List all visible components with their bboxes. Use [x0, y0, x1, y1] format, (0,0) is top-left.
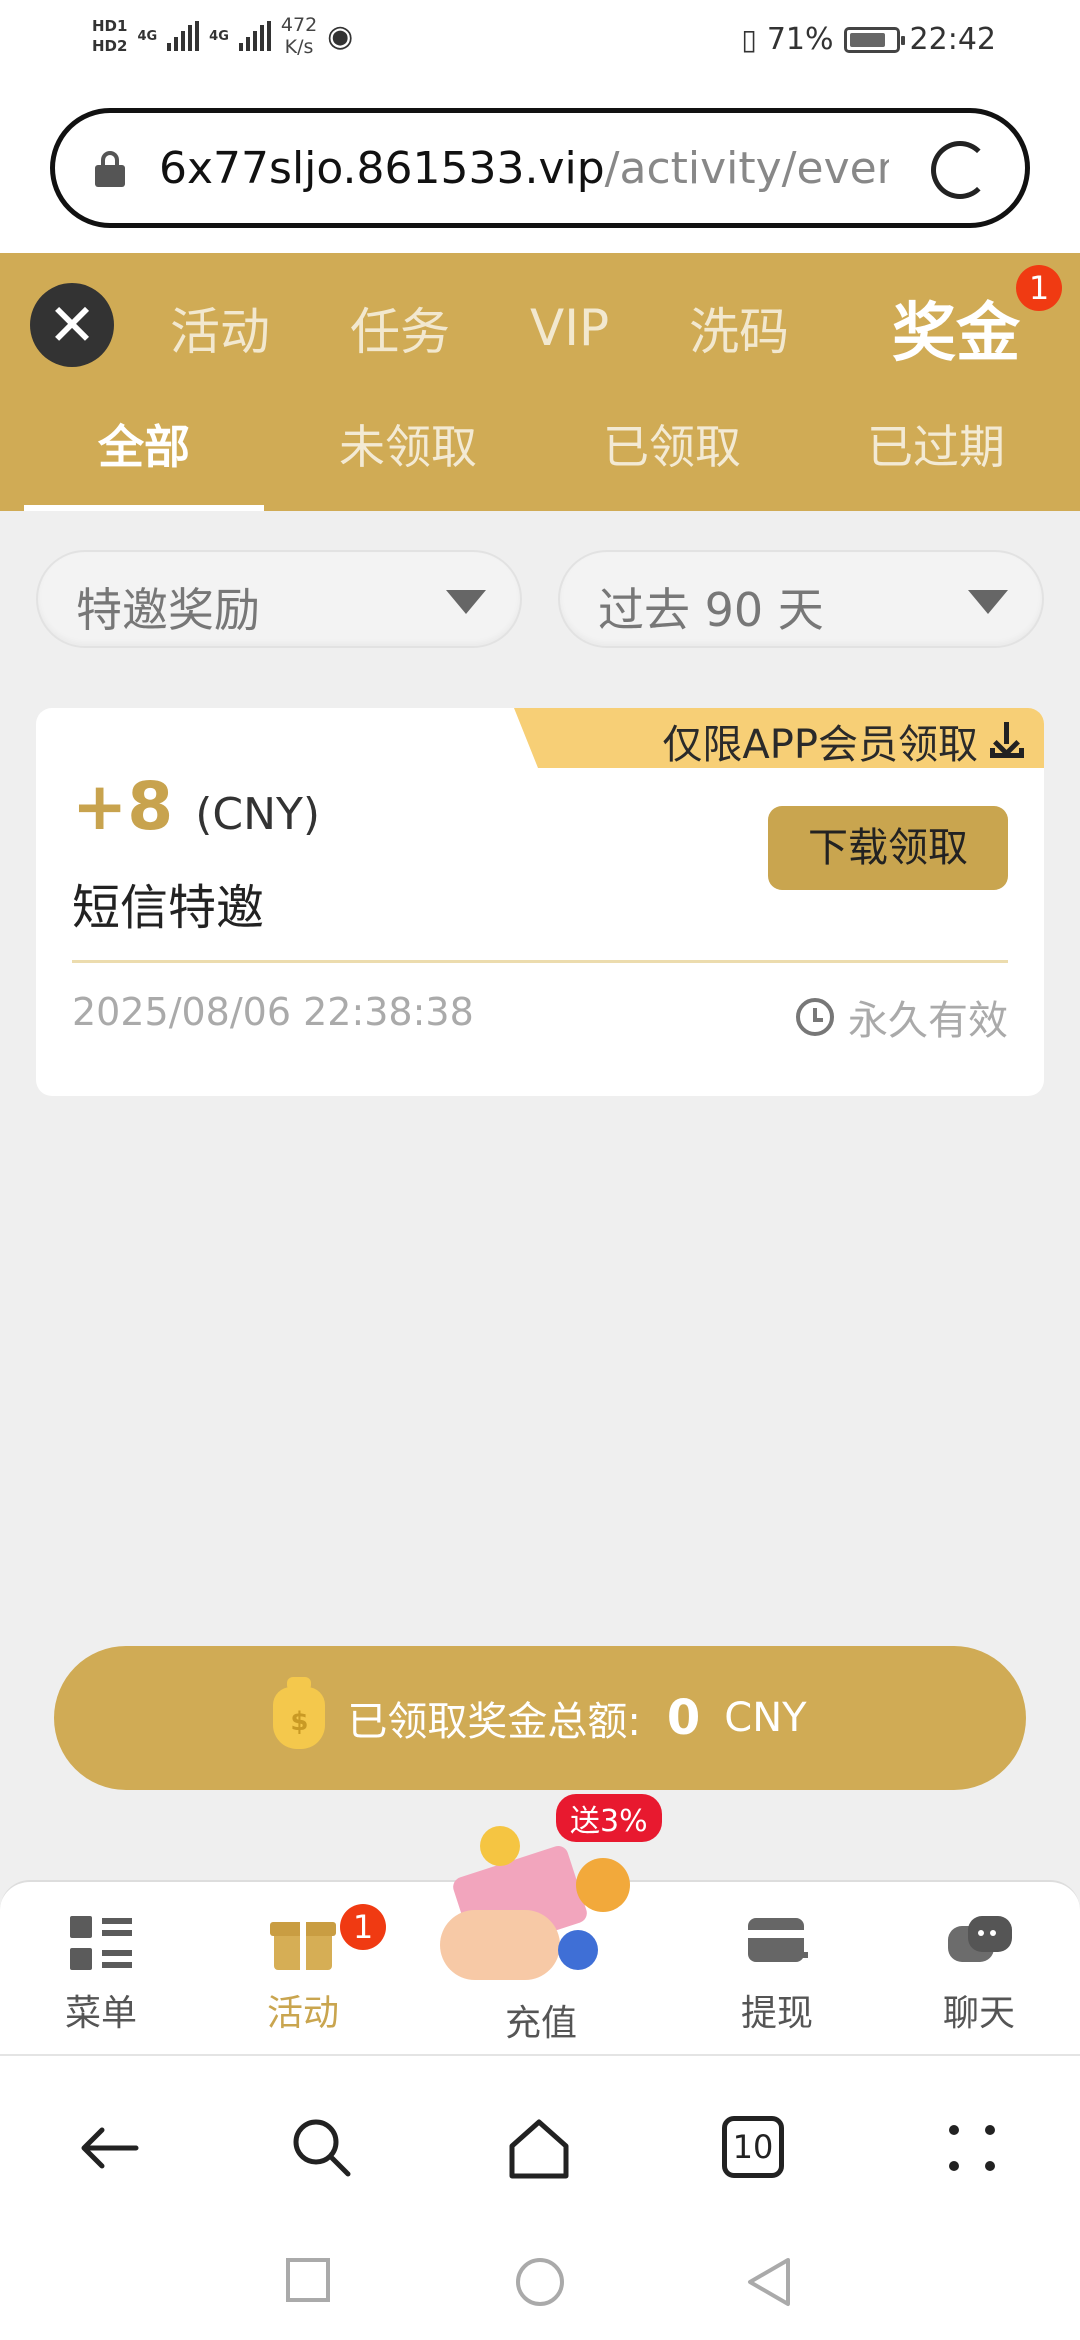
back-gesture-icon[interactable] [744, 2256, 792, 2312]
reward-validity: 永久有效 [796, 988, 1008, 1046]
signal-icon [167, 21, 200, 51]
chevron-down-icon [446, 590, 486, 614]
reward-currency: (CNY) [195, 789, 321, 840]
period-select[interactable]: 过去 90 天 [558, 550, 1044, 648]
subtab-expired[interactable]: 已过期 [816, 403, 1056, 511]
speed-value: 472 [280, 14, 318, 36]
home-icon[interactable] [506, 2116, 572, 2186]
reward-amount-value: +8 [72, 768, 174, 845]
tabs-count: 10 [722, 2116, 784, 2178]
reward-amount: +8 (CNY) [72, 768, 320, 845]
signal-icon [238, 21, 271, 51]
gift-icon [268, 1912, 338, 1974]
total-claimed-bar: $ 已领取奖金总额: 0 CNY [54, 1646, 1026, 1790]
bottom-nav-recharge[interactable]: 充值 [466, 1984, 616, 2046]
card-divider [72, 960, 1008, 963]
total-label: 已领取奖金总额: [347, 1699, 641, 1745]
reward-description: 短信特邀 [72, 880, 265, 936]
browser-toolbar: 6x77sljo.861533.vip/activity/event [0, 90, 1080, 253]
validity-text: 永久有效 [848, 998, 1008, 1044]
nav-tab-vip[interactable]: VIP [530, 299, 609, 357]
lock-icon [95, 151, 125, 187]
nav-tab-tasks[interactable]: 任务 [350, 292, 450, 364]
bottom-nav-recharge-label: 充值 [504, 2003, 577, 2044]
subtab-all[interactable]: 全部 [24, 403, 264, 511]
recharge-illustration-icon[interactable] [440, 1820, 640, 1990]
battery-icon [843, 26, 905, 53]
chevron-down-icon [968, 590, 1008, 614]
total-unit: CNY [724, 1695, 807, 1741]
download-icon [988, 720, 1026, 758]
home-gesture-icon[interactable] [514, 2256, 566, 2312]
eye-icon: ◉ [327, 18, 354, 54]
bottom-nav-withdraw-label: 提现 [740, 1993, 813, 2034]
bottom-nav-chat[interactable]: 聊天 [904, 1912, 1054, 2036]
url-host: 6x77sljo.861533.vip [159, 142, 605, 194]
system-nav-bar: 10 [0, 2054, 1080, 2340]
speed-unit: K/s [284, 36, 314, 58]
recents-icon[interactable] [284, 2256, 332, 2308]
top-nav: 活动 任务 VIP 洗码 奖金 [170, 283, 1050, 373]
reward-type-value: 特邀奖励 [76, 583, 260, 637]
nav-tab-activity[interactable]: 活动 [170, 292, 270, 364]
clock-time: 22:42 [909, 22, 996, 57]
download-claim-button[interactable]: 下载领取 [768, 806, 1008, 890]
alarm-clock-icon [796, 998, 834, 1036]
app-only-tag-text: 仅限APP会员领取 [662, 722, 978, 768]
nav-tab-rebate[interactable]: 洗码 [689, 292, 789, 364]
reward-card: 仅限APP会员领取 +8 (CNY) 短信特邀 下载领取 2025/08/06 … [36, 708, 1044, 1096]
hd-indicator-2: HD2 [92, 37, 128, 55]
network-speed: 472 K/s [281, 14, 317, 58]
menu-icon [66, 1912, 136, 1974]
url-text[interactable]: 6x77sljo.861533.vip/activity/event [159, 143, 889, 194]
period-value: 过去 90 天 [598, 583, 824, 637]
activity-badge: 1 [340, 1904, 386, 1950]
chat-icon [944, 1912, 1014, 1974]
address-bar[interactable]: 6x77sljo.861533.vip/activity/event [50, 108, 1030, 228]
bottom-nav-chat-label: 聊天 [942, 1993, 1015, 2034]
nav-tab-bonus[interactable]: 奖金 [892, 282, 1020, 374]
total-value: 0 [666, 1690, 701, 1746]
subtab-claimed[interactable]: 已领取 [552, 403, 792, 511]
card-icon [742, 1912, 812, 1974]
vibrate-icon: ▯ [741, 23, 757, 56]
sub-tabs: 全部 未领取 已领取 已过期 [0, 403, 1080, 511]
reward-type-select[interactable]: 特邀奖励 [36, 550, 522, 648]
hd-indicator-1: HD1 [92, 17, 128, 35]
back-icon[interactable] [76, 2116, 140, 2184]
network-type-2: 4G [209, 28, 229, 44]
bottom-nav-withdraw[interactable]: 提现 [702, 1912, 852, 2036]
url-path: /activity/event [604, 142, 889, 194]
recharge-promo-badge: 送3% [556, 1794, 662, 1842]
network-type-1: 4G [137, 28, 158, 44]
reward-date: 2025/08/06 22:38:38 [72, 990, 474, 1034]
search-icon[interactable] [290, 2116, 354, 2184]
money-bag-icon: $ [273, 1677, 326, 1749]
tabs-count-button[interactable]: 10 [722, 2116, 784, 2178]
bottom-nav-menu-label: 菜单 [64, 1993, 137, 2034]
battery-percent: 71% [766, 22, 834, 57]
reload-icon[interactable] [931, 141, 989, 199]
bonus-badge: 1 [1016, 265, 1062, 311]
status-bar: HD1 HD2 4G 4G 472 K/s ◉ ▯ 71% 22:42 [0, 0, 1080, 90]
close-button[interactable]: ✕ [30, 283, 114, 367]
subtab-unclaimed[interactable]: 未领取 [288, 403, 528, 511]
more-dots-icon[interactable] [944, 2116, 1000, 2184]
bottom-nav-menu[interactable]: 菜单 [26, 1912, 176, 2036]
page-header: ✕ 活动 任务 VIP 洗码 奖金 1 全部 未领取 已领取 已过期 [0, 253, 1080, 511]
bottom-nav-activity-label: 活动 [266, 1993, 339, 2034]
